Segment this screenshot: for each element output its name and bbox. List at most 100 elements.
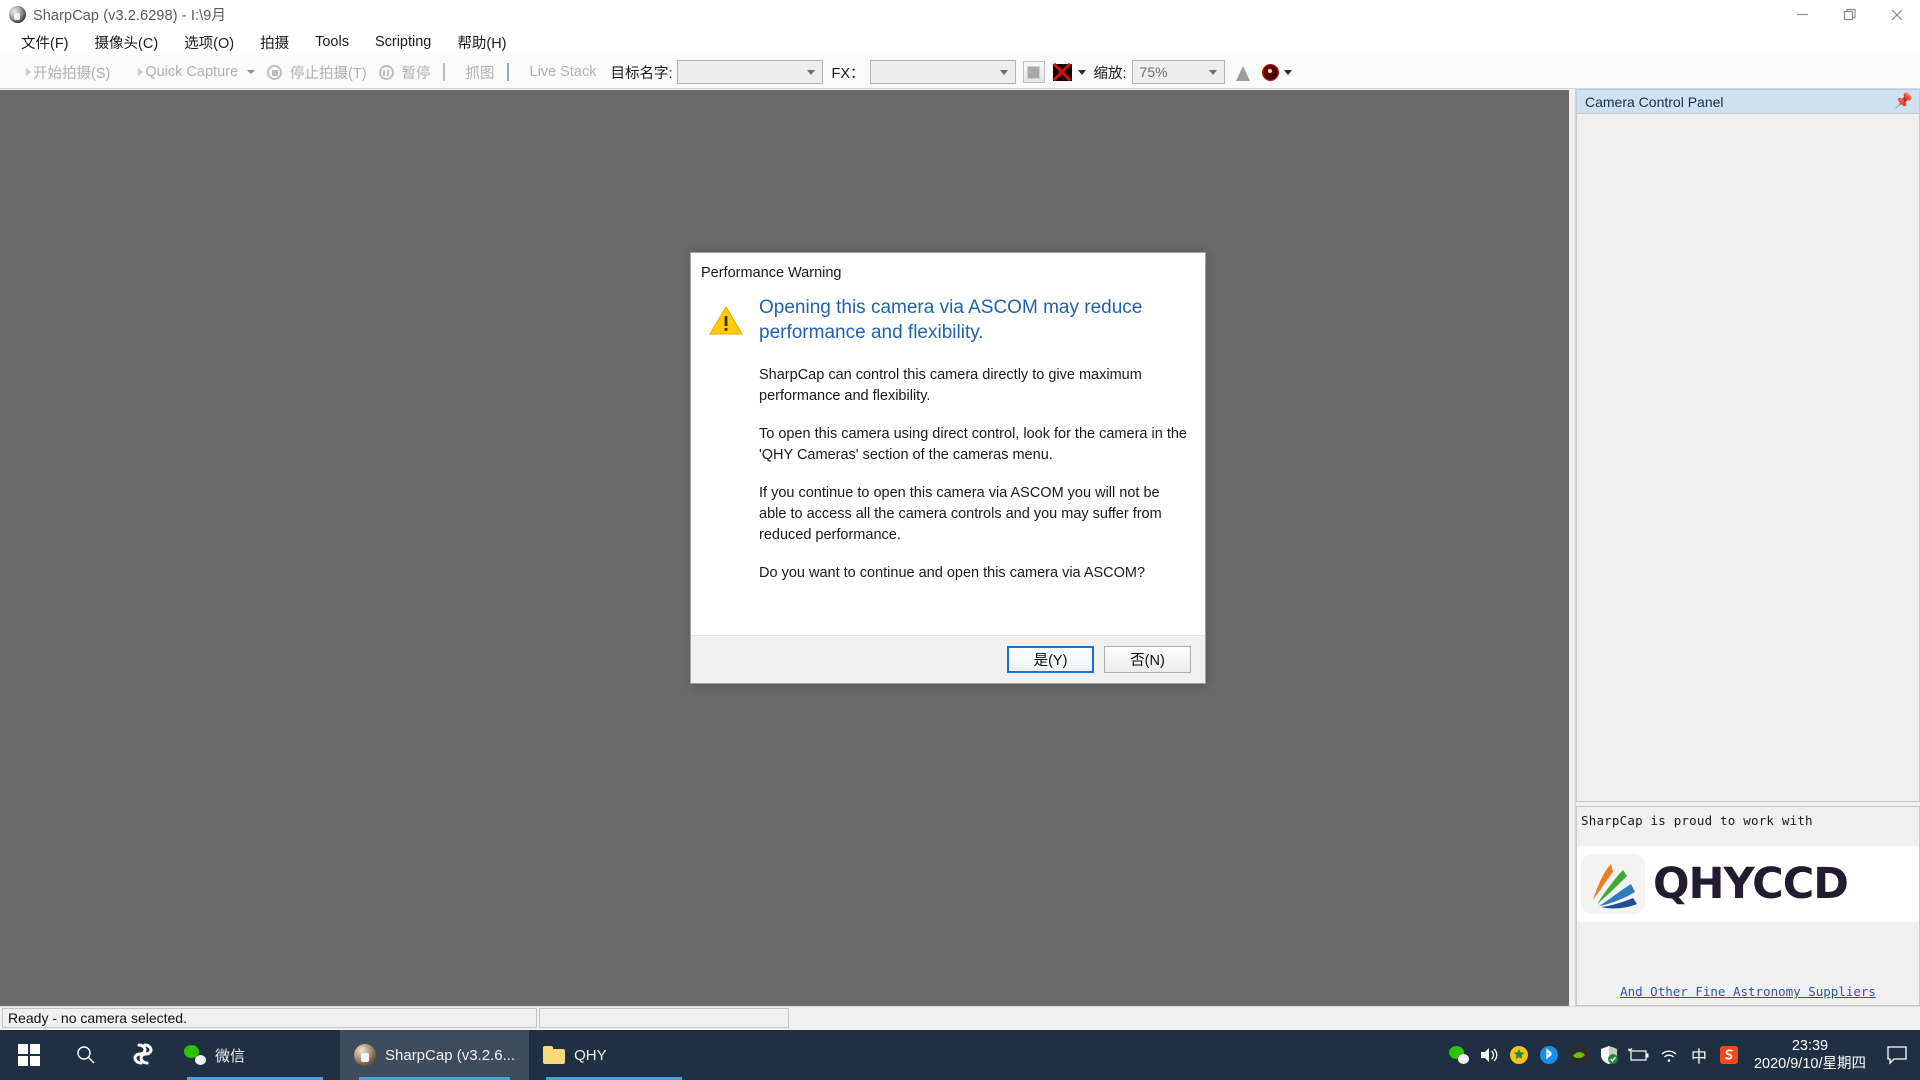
target-name-label: 目标名字: <box>610 65 673 82</box>
fx-combo[interactable] <box>869 60 1016 84</box>
menu-item-capture[interactable]: 拍摄 <box>249 29 300 56</box>
dialog-button-row: 是(Y) 否(N) <box>691 635 1205 683</box>
wechat-icon <box>184 1045 206 1065</box>
bluetooth-icon[interactable] <box>1534 1030 1564 1080</box>
minimize-button[interactable] <box>1779 0 1826 29</box>
dock-header: Camera Control Panel 📌 <box>1576 89 1920 113</box>
planet-target-icon[interactable] <box>1262 64 1278 80</box>
close-button[interactable] <box>1873 0 1920 29</box>
live-stack-button[interactable]: Live Stack <box>501 59 603 86</box>
title-bar: SharpCap (v3.2.6298) - I:\9月 <box>0 0 1920 29</box>
stop-capture-button[interactable]: 停止拍摄(T) <box>261 59 373 86</box>
maximize-button[interactable] <box>1826 0 1873 29</box>
color-space-button[interactable] <box>1022 61 1045 83</box>
ime-chinese-icon[interactable]: 中 <box>1684 1030 1714 1080</box>
pause-button[interactable]: 暂停 <box>373 59 437 86</box>
pause-label: 暂停 <box>401 65 431 82</box>
pin-icon[interactable]: 📌 <box>1894 94 1913 109</box>
histogram-icon[interactable] <box>1235 63 1251 81</box>
planet-dropdown-icon[interactable] <box>1283 69 1292 75</box>
target-name-combo[interactable] <box>677 60 824 84</box>
folder-icon <box>543 1046 566 1064</box>
sogou-icon[interactable] <box>1714 1030 1744 1080</box>
notification-icon[interactable] <box>1878 1045 1916 1065</box>
camera-control-panel-body <box>1576 113 1920 802</box>
status-secondary <box>539 1008 789 1028</box>
chevron-down-icon <box>1208 69 1217 75</box>
performance-warning-dialog: Performance Warning Opening this camera … <box>690 252 1206 684</box>
camcorder-icon <box>122 64 140 80</box>
quick-capture-label: Quick Capture <box>145 64 239 80</box>
sponsor-panel: SharpCap is proud to work with QHYCCD An… <box>1576 806 1920 1006</box>
main-toolbar: 开始拍摄(S) Quick Capture 停止拍摄(T) 暂停 抓图 Live… <box>0 56 1920 89</box>
start-capture-label: 开始拍摄(S) <box>33 65 111 82</box>
menu-item-options[interactable]: 选项(O) <box>173 29 245 56</box>
taskbar-item-wechat[interactable]: 微信 <box>170 1030 340 1080</box>
snapshot-icon <box>442 63 461 81</box>
dialog-paragraph-1: SharpCap can control this camera directl… <box>759 367 1142 404</box>
taskbar-item-label: SharpCap (v3.2.6... <box>385 1046 516 1064</box>
taskbar-item-sharpcap[interactable]: SharpCap (v3.2.6... <box>340 1030 530 1080</box>
defender-icon[interactable] <box>1594 1030 1624 1080</box>
zoom-combo[interactable]: 75% <box>1131 60 1225 84</box>
snapshot-button[interactable]: 抓图 <box>437 59 501 86</box>
fx-label: FX： <box>831 65 865 82</box>
menu-item-tools[interactable]: Tools <box>304 31 360 53</box>
wechat-tray-icon[interactable] <box>1444 1030 1474 1080</box>
window-controls <box>1779 0 1920 29</box>
menu-item-camera[interactable]: 摄像头(C) <box>84 29 170 56</box>
stop-icon <box>267 64 285 80</box>
dialog-paragraph-2: To open this camera using direct control… <box>759 426 1187 463</box>
menu-item-file[interactable]: 文件(F) <box>10 29 80 56</box>
wifi-icon[interactable] <box>1654 1030 1684 1080</box>
chevron-down-icon <box>807 69 816 75</box>
taskbar-item-qhy[interactable]: QHY <box>529 1030 699 1080</box>
camera-dropdown-icon[interactable] <box>1077 69 1086 75</box>
stop-capture-label: 停止拍摄(T) <box>290 65 367 82</box>
search-icon[interactable] <box>58 1030 114 1080</box>
status-message: Ready - no camera selected. <box>2 1008 537 1028</box>
qhyccd-wordmark: QHYCCD <box>1653 859 1849 909</box>
menu-item-help[interactable]: 帮助(H) <box>446 29 517 56</box>
cortana-icon[interactable] <box>114 1030 170 1080</box>
battery-icon[interactable] <box>1624 1030 1654 1080</box>
quick-capture-dropdown-icon[interactable] <box>247 70 256 74</box>
dialog-paragraph-3: If you continue to open this camera via … <box>759 485 1162 543</box>
live-stack-icon <box>506 63 525 81</box>
security-shield-icon[interactable] <box>1504 1030 1534 1080</box>
volume-icon[interactable] <box>1474 1030 1504 1080</box>
status-bar: Ready - no camera selected. <box>0 1006 1920 1030</box>
sponsor-link[interactable]: And Other Fine Astronomy Suppliers <box>1577 984 1919 999</box>
system-tray: 中 23:39 2020/9/10/星期四 <box>1444 1030 1920 1080</box>
sponsor-logo: QHYCCD <box>1577 846 1919 922</box>
dialog-main: Opening this camera via ASCOM may reduce… <box>747 295 1187 635</box>
windows-taskbar: 微信 SharpCap (v3.2.6... QHY 中 23:39 2020/… <box>0 1030 1920 1080</box>
clock-date: 2020/9/10/星期四 <box>1753 1056 1866 1072</box>
taskbar-item-label: 微信 <box>215 1047 246 1065</box>
menu-item-scripting[interactable]: Scripting <box>364 31 442 53</box>
yes-button[interactable]: 是(Y) <box>1007 646 1094 673</box>
start-capture-button[interactable]: 开始拍摄(S) <box>4 59 116 86</box>
dialog-content: Opening this camera via ASCOM may reduce… <box>691 281 1205 635</box>
live-stack-label: Live Stack <box>529 64 597 80</box>
windows-start-icon[interactable] <box>0 1030 58 1080</box>
menu-bar: 文件(F) 摄像头(C) 选项(O) 拍摄 Tools Scripting 帮助… <box>0 29 1920 56</box>
camera-control-dock: Camera Control Panel 📌 SharpCap is proud… <box>1575 89 1920 1006</box>
clock-time: 23:39 <box>1791 1037 1829 1054</box>
dialog-heading: Opening this camera via ASCOM may reduce… <box>759 297 1143 344</box>
nvidia-icon[interactable] <box>1564 1030 1594 1080</box>
zoom-value: 75% <box>1139 64 1168 80</box>
pause-icon <box>378 64 397 80</box>
warning-triangle-icon <box>709 295 747 635</box>
sharpcap-icon <box>354 1044 376 1066</box>
qhyccd-swoosh-icon <box>1581 854 1645 914</box>
quick-capture-button[interactable]: Quick Capture <box>116 59 244 86</box>
chevron-down-icon <box>999 69 1008 75</box>
dialog-paragraph-4: Do you want to continue and open this ca… <box>759 565 1146 582</box>
taskbar-clock[interactable]: 23:39 2020/9/10/星期四 <box>1744 1037 1878 1073</box>
no-button[interactable]: 否(N) <box>1104 646 1191 673</box>
sponsor-title: SharpCap is proud to work with <box>1581 813 1813 828</box>
sharpcap-globe-icon <box>9 5 26 23</box>
dialog-title: Performance Warning <box>701 265 842 281</box>
zoom-label: 缩放: <box>1093 65 1127 82</box>
